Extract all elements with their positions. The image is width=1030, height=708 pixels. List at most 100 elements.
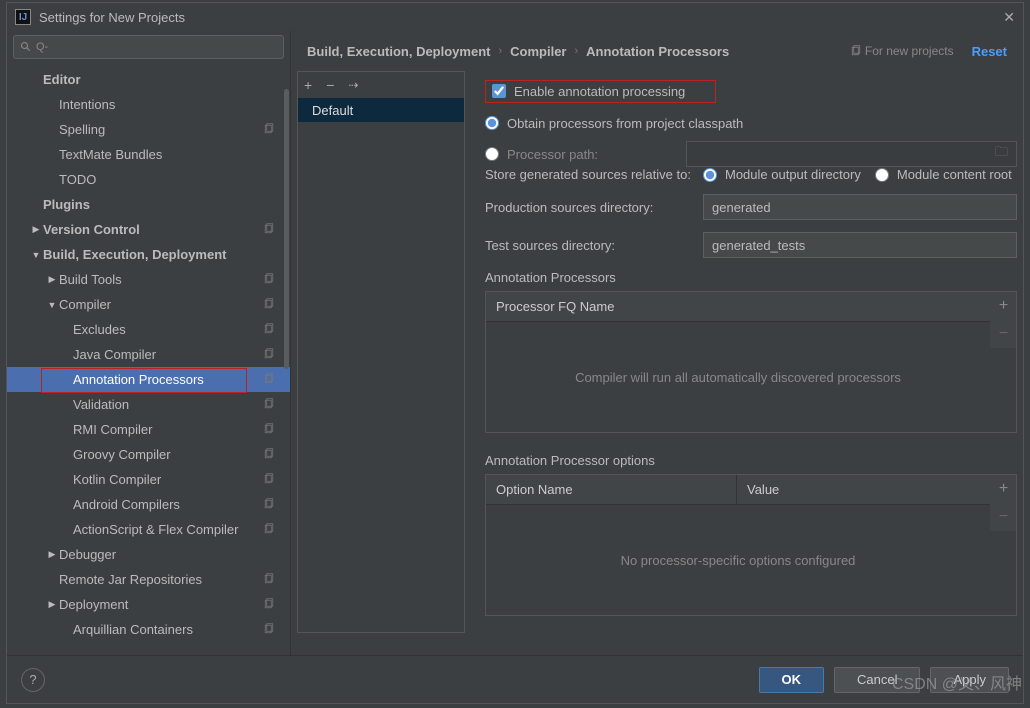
tree-item-build-execution-deployment[interactable]: ▼Build, Execution, Deployment bbox=[7, 242, 290, 267]
settings-tree: EditorIntentions Spelling TextMate Bundles… bbox=[7, 63, 290, 655]
remove-profile-icon[interactable]: − bbox=[326, 77, 334, 93]
tree-item-plugins[interactable]: Plugins bbox=[7, 192, 290, 217]
tree-item-build-tools[interactable]: ▶Build Tools bbox=[7, 267, 290, 292]
prod-dir-input[interactable]: generated bbox=[703, 194, 1017, 220]
tree-item-debugger[interactable]: ▶Debugger bbox=[7, 542, 290, 567]
tree-label: Annotation Processors bbox=[73, 372, 204, 387]
chevron-right-icon: ▶ bbox=[31, 224, 41, 235]
add-opt-icon[interactable]: + bbox=[990, 475, 1016, 503]
tree-item-deployment[interactable]: ▶Deployment bbox=[7, 592, 290, 617]
tree-label: Validation bbox=[73, 397, 129, 412]
opt-col-value: Value bbox=[737, 482, 789, 497]
copy-icon bbox=[263, 223, 276, 236]
crumb-2: Annotation Processors bbox=[586, 44, 729, 59]
tree-item-version-control[interactable]: ▶Version Control bbox=[7, 217, 290, 242]
tree-label: Android Compilers bbox=[73, 497, 180, 512]
tree-item-todo[interactable]: TODO bbox=[7, 167, 290, 192]
opt-table: Option Name Value No processor-specific … bbox=[485, 474, 1017, 616]
crumb-1[interactable]: Compiler bbox=[510, 44, 566, 59]
ap-col-fqname: Processor FQ Name bbox=[486, 299, 624, 314]
module-content-radio[interactable]: Module content root bbox=[875, 167, 1012, 182]
copy-icon bbox=[263, 473, 276, 486]
copy-icon bbox=[263, 323, 276, 336]
copy-icon bbox=[263, 523, 276, 536]
chevron-down-icon: ▼ bbox=[31, 250, 41, 260]
cancel-button[interactable]: Cancel bbox=[834, 667, 920, 693]
copy-icon bbox=[263, 448, 276, 461]
copy-icon bbox=[263, 598, 276, 611]
tree-item-spelling[interactable]: Spelling bbox=[7, 117, 290, 142]
tree-label: Version Control bbox=[43, 222, 140, 237]
tree-label: Java Compiler bbox=[73, 347, 156, 362]
tree-item-groovy-compiler[interactable]: Groovy Compiler bbox=[7, 442, 290, 467]
tree-item-validation[interactable]: Validation bbox=[7, 392, 290, 417]
move-profile-icon[interactable]: ⇢ bbox=[348, 78, 358, 92]
tree-label: Build Tools bbox=[59, 272, 122, 287]
processor-path-radio[interactable]: Processor path: bbox=[485, 147, 598, 162]
tree-label: Plugins bbox=[43, 197, 90, 212]
breadcrumb: Build, Execution, Deployment › Compiler … bbox=[291, 31, 1023, 71]
tree-item-annotation-processors[interactable]: Annotation Processors bbox=[7, 367, 290, 392]
tree-label: Remote Jar Repositories bbox=[59, 572, 202, 587]
scope-label: For new projects bbox=[850, 44, 954, 58]
crumb-0[interactable]: Build, Execution, Deployment bbox=[307, 44, 490, 59]
titlebar: IJ Settings for New Projects ✕ bbox=[7, 3, 1023, 31]
ok-button[interactable]: OK bbox=[759, 667, 825, 693]
close-icon[interactable]: ✕ bbox=[1003, 9, 1015, 26]
ap-section-label: Annotation Processors bbox=[485, 270, 1017, 285]
tree-label: TextMate Bundles bbox=[59, 147, 162, 162]
tree-item-excludes[interactable]: Excludes bbox=[7, 317, 290, 342]
app-logo: IJ bbox=[15, 9, 31, 25]
enable-annotation-checkbox[interactable]: Enable annotation processing bbox=[485, 80, 716, 103]
tree-item-android-compilers[interactable]: Android Compilers bbox=[7, 492, 290, 517]
tree-label: Spelling bbox=[59, 122, 105, 137]
tree-label: ActionScript & Flex Compiler bbox=[73, 522, 238, 537]
remove-opt-icon[interactable]: − bbox=[990, 503, 1016, 531]
tree-item-intentions[interactable]: Intentions bbox=[7, 92, 290, 117]
tree-item-rmi-compiler[interactable]: RMI Compiler bbox=[7, 417, 290, 442]
tree-item-arquillian-containers[interactable]: Arquillian Containers bbox=[7, 617, 290, 642]
copy-icon bbox=[263, 273, 276, 286]
test-dir-label: Test sources directory: bbox=[485, 238, 703, 253]
tree-label: RMI Compiler bbox=[73, 422, 152, 437]
tree-label: Build, Execution, Deployment bbox=[43, 247, 226, 262]
apply-button[interactable]: Apply bbox=[930, 667, 1009, 693]
sidebar: Q- EditorIntentions Spelling TextMate Bund… bbox=[7, 31, 291, 655]
ap-table: Processor FQ Name Compiler will run all … bbox=[485, 291, 1017, 433]
tree-item-remote-jar-repositories[interactable]: Remote Jar Repositories bbox=[7, 567, 290, 592]
profiles-panel: + − ⇢ Default bbox=[297, 71, 465, 633]
ap-empty-text: Compiler will run all automatically disc… bbox=[486, 322, 990, 432]
tree-item-kotlin-compiler[interactable]: Kotlin Compiler bbox=[7, 467, 290, 492]
tree-label: TODO bbox=[59, 172, 96, 187]
tree-item-java-compiler[interactable]: Java Compiler bbox=[7, 342, 290, 367]
tree-item-textmate-bundles[interactable]: TextMate Bundles bbox=[7, 142, 290, 167]
search-input[interactable]: Q- bbox=[13, 35, 284, 59]
tree-label: Arquillian Containers bbox=[73, 622, 193, 637]
add-ap-icon[interactable]: + bbox=[990, 292, 1016, 320]
chevron-right-icon: ▶ bbox=[47, 549, 57, 560]
tree-label: Deployment bbox=[59, 597, 128, 612]
copy-icon bbox=[263, 123, 276, 136]
tree-label: Debugger bbox=[59, 547, 116, 562]
store-label: Store generated sources relative to: bbox=[485, 167, 703, 182]
tree-item-compiler[interactable]: ▼Compiler bbox=[7, 292, 290, 317]
tree-item-editor[interactable]: Editor bbox=[7, 67, 290, 92]
tree-label: Groovy Compiler bbox=[73, 447, 171, 462]
processor-path-input[interactable]: 🗀 bbox=[686, 141, 1017, 167]
help-button[interactable]: ? bbox=[21, 668, 45, 692]
chevron-right-icon: › bbox=[498, 45, 502, 57]
copy-icon bbox=[263, 398, 276, 411]
profile-default[interactable]: Default bbox=[298, 98, 464, 122]
add-profile-icon[interactable]: + bbox=[304, 77, 312, 93]
folder-icon[interactable]: 🗀 bbox=[995, 143, 1008, 165]
search-placeholder: Q- bbox=[36, 41, 48, 53]
test-dir-input[interactable]: generated_tests bbox=[703, 232, 1017, 258]
opt-col-name: Option Name bbox=[486, 482, 736, 497]
tree-item-actionscript-flex-compiler[interactable]: ActionScript & Flex Compiler bbox=[7, 517, 290, 542]
obtain-classpath-radio[interactable]: Obtain processors from project classpath bbox=[485, 116, 743, 131]
reset-link[interactable]: Reset bbox=[972, 44, 1007, 59]
dialog-footer: ? OK Cancel Apply bbox=[7, 655, 1023, 703]
module-output-radio[interactable]: Module output directory bbox=[703, 167, 861, 182]
remove-ap-icon[interactable]: − bbox=[990, 320, 1016, 348]
tree-label: Compiler bbox=[59, 297, 111, 312]
